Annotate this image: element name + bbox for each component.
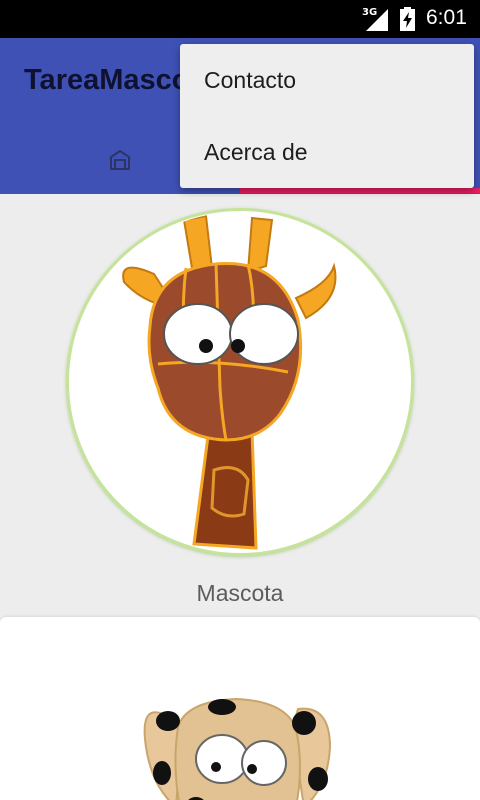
tab-indicator [240,188,480,193]
home-icon [110,150,130,170]
menu-item-acerca-de[interactable]: Acerca de [180,116,474,188]
battery-charging-icon [400,7,415,31]
overflow-menu: Contacto Acerca de [180,44,474,188]
giraffe-illustration [122,214,337,550]
pet-card-2[interactable] [0,617,480,800]
pet-avatar[interactable] [66,208,414,556]
clock: 6:01 [426,6,467,29]
signal-icon [366,9,388,31]
status-bar: 3G 6:01 [0,0,480,38]
pet-name: Mascota [196,580,284,606]
dalmatian-illustration [143,697,332,800]
tab-home[interactable] [96,142,144,182]
menu-item-contacto[interactable]: Contacto [180,44,474,116]
